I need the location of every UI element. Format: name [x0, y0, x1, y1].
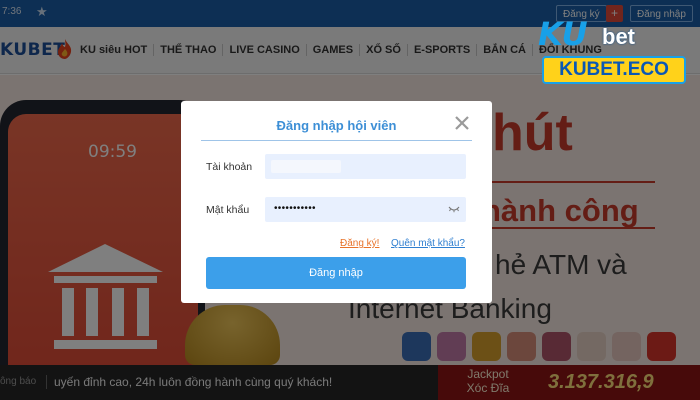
close-icon[interactable] [454, 115, 470, 131]
username-field-wrapper [265, 154, 466, 179]
eye-icon[interactable] [448, 205, 460, 214]
watermark-bet: bet [602, 24, 635, 49]
forgot-password-link[interactable]: Quên mật khẩu? [391, 238, 465, 249]
watermark-domain: KUBET.ECO [542, 56, 686, 84]
register-link[interactable]: Đăng ký! [340, 238, 379, 249]
password-field[interactable]: ••••••••••• [265, 197, 466, 222]
watermark-ku: KU [538, 15, 588, 53]
password-mask: ••••••••••• [274, 203, 316, 214]
login-modal: Đăng nhập hội viên Tài khoản Mật khẩu ••… [181, 101, 492, 303]
username-input[interactable] [265, 154, 466, 179]
login-submit-button[interactable]: Đăng nhập [206, 257, 466, 289]
username-label: Tài khoản [206, 161, 253, 173]
password-label: Mật khẩu [206, 204, 250, 216]
modal-divider [201, 140, 472, 141]
modal-title: Đăng nhập hội viên [276, 118, 397, 133]
